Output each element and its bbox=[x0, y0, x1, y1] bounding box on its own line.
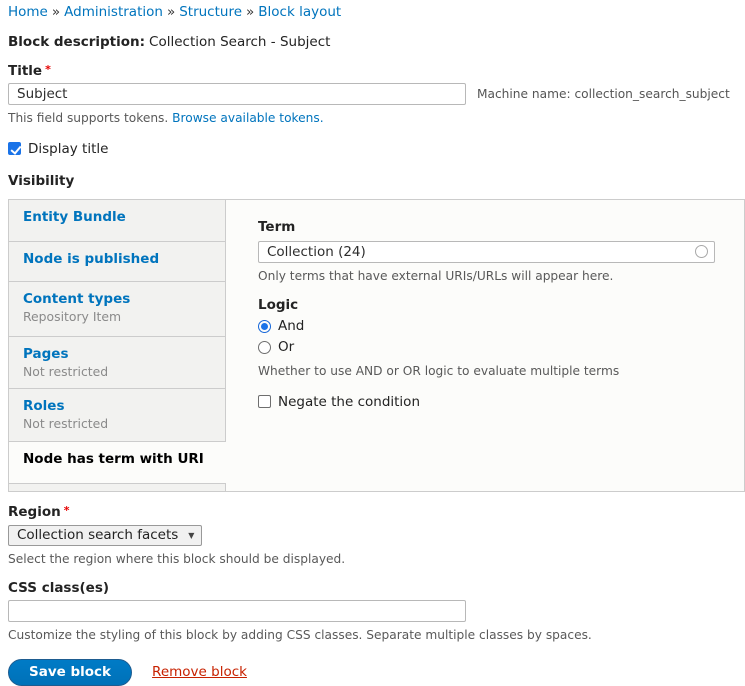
or-radio[interactable] bbox=[258, 341, 271, 354]
required-mark: * bbox=[64, 504, 70, 517]
tab-pages[interactable]: Pages Not restricted bbox=[9, 337, 226, 389]
or-radio-label: Or bbox=[278, 339, 294, 355]
breadcrumb-link-home[interactable]: Home bbox=[8, 4, 48, 20]
visibility-heading: Visibility bbox=[8, 173, 745, 189]
remove-block-link[interactable]: Remove block bbox=[152, 664, 247, 680]
tab-content-types[interactable]: Content types Repository Item bbox=[9, 282, 226, 337]
and-radio-label: And bbox=[278, 318, 304, 334]
tab-entity-bundle[interactable]: Entity Bundle bbox=[9, 200, 226, 242]
block-description-value: Collection Search - Subject bbox=[149, 34, 330, 50]
tab-summary: Not restricted bbox=[23, 416, 215, 432]
title-field-group: Title* Machine name: collection_search_s… bbox=[8, 63, 745, 126]
machine-name: Machine name: collection_search_subject bbox=[477, 87, 730, 101]
and-radio[interactable] bbox=[258, 320, 271, 333]
title-label: Title* bbox=[8, 63, 745, 79]
region-description: Select the region where this block shoul… bbox=[8, 552, 745, 567]
logic-description: Whether to use AND or OR logic to evalua… bbox=[258, 364, 744, 379]
css-classes-field-group: CSS class(es) Customize the styling of t… bbox=[8, 580, 745, 643]
css-classes-label: CSS class(es) bbox=[8, 580, 745, 596]
block-description-label: Block description: bbox=[8, 34, 145, 50]
title-description: This field supports tokens. Browse avail… bbox=[8, 111, 745, 126]
negate-condition-checkbox[interactable] bbox=[258, 395, 271, 408]
term-description: Only terms that have external URIs/URLs … bbox=[258, 269, 744, 284]
logic-option-and: And bbox=[258, 318, 744, 334]
region-select-value: Collection search facets bbox=[17, 526, 178, 545]
negate-condition-label: Negate the condition bbox=[278, 394, 420, 410]
vertical-tabs-filler bbox=[9, 484, 226, 491]
tab-node-has-term-with-uri[interactable]: Node has term with URI bbox=[9, 442, 226, 484]
negate-condition-row: Negate the condition bbox=[258, 394, 744, 410]
title-input[interactable] bbox=[8, 83, 466, 105]
region-field-group: Region* Collection search facets ▼ Selec… bbox=[8, 504, 745, 567]
display-title-row: Display title bbox=[8, 141, 745, 157]
term-autocomplete-input[interactable] bbox=[258, 241, 715, 263]
logic-option-or: Or bbox=[258, 339, 744, 355]
display-title-label: Display title bbox=[28, 141, 108, 157]
browse-tokens-link[interactable]: Browse available tokens. bbox=[172, 111, 323, 125]
autocomplete-throbber-icon bbox=[695, 245, 708, 258]
term-label: Term bbox=[258, 219, 744, 235]
tab-node-is-published[interactable]: Node is published bbox=[9, 242, 226, 282]
tab-summary: Repository Item bbox=[23, 309, 215, 325]
region-label: Region* bbox=[8, 504, 745, 520]
breadcrumb-link-block-layout[interactable]: Block layout bbox=[258, 4, 341, 20]
css-classes-description: Customize the styling of this block by a… bbox=[8, 628, 745, 643]
chevron-down-icon: ▼ bbox=[188, 531, 194, 540]
breadcrumb-separator: » bbox=[167, 4, 175, 20]
block-configure-page: Home»Administration»Structure»Block layo… bbox=[0, 0, 745, 686]
logic-group: Logic And Or Whether to use AND or OR lo… bbox=[258, 297, 744, 379]
save-block-button[interactable]: Save block bbox=[8, 659, 132, 686]
display-title-checkbox[interactable] bbox=[8, 142, 21, 155]
logic-label: Logic bbox=[258, 297, 744, 313]
breadcrumb-link-structure[interactable]: Structure bbox=[179, 4, 242, 20]
node-term-condition-pane: Term Only terms that have external URIs/… bbox=[226, 200, 744, 491]
breadcrumb-separator: » bbox=[246, 4, 254, 20]
breadcrumb-link-administration[interactable]: Administration bbox=[64, 4, 163, 20]
css-classes-input[interactable] bbox=[8, 600, 466, 622]
breadcrumb-separator: » bbox=[52, 4, 60, 20]
vertical-tabs-menu: Entity Bundle Node is published Content … bbox=[9, 200, 226, 491]
form-actions: Save block Remove block bbox=[8, 659, 745, 686]
breadcrumb: Home»Administration»Structure»Block layo… bbox=[8, 4, 745, 20]
region-select[interactable]: Collection search facets ▼ bbox=[8, 525, 202, 546]
required-mark: * bbox=[45, 63, 51, 76]
tab-roles[interactable]: Roles Not restricted bbox=[9, 389, 226, 442]
visibility-vertical-tabs: Entity Bundle Node is published Content … bbox=[8, 199, 745, 492]
tab-summary: Not restricted bbox=[23, 364, 215, 380]
block-description: Block description:Collection Search - Su… bbox=[8, 34, 745, 50]
